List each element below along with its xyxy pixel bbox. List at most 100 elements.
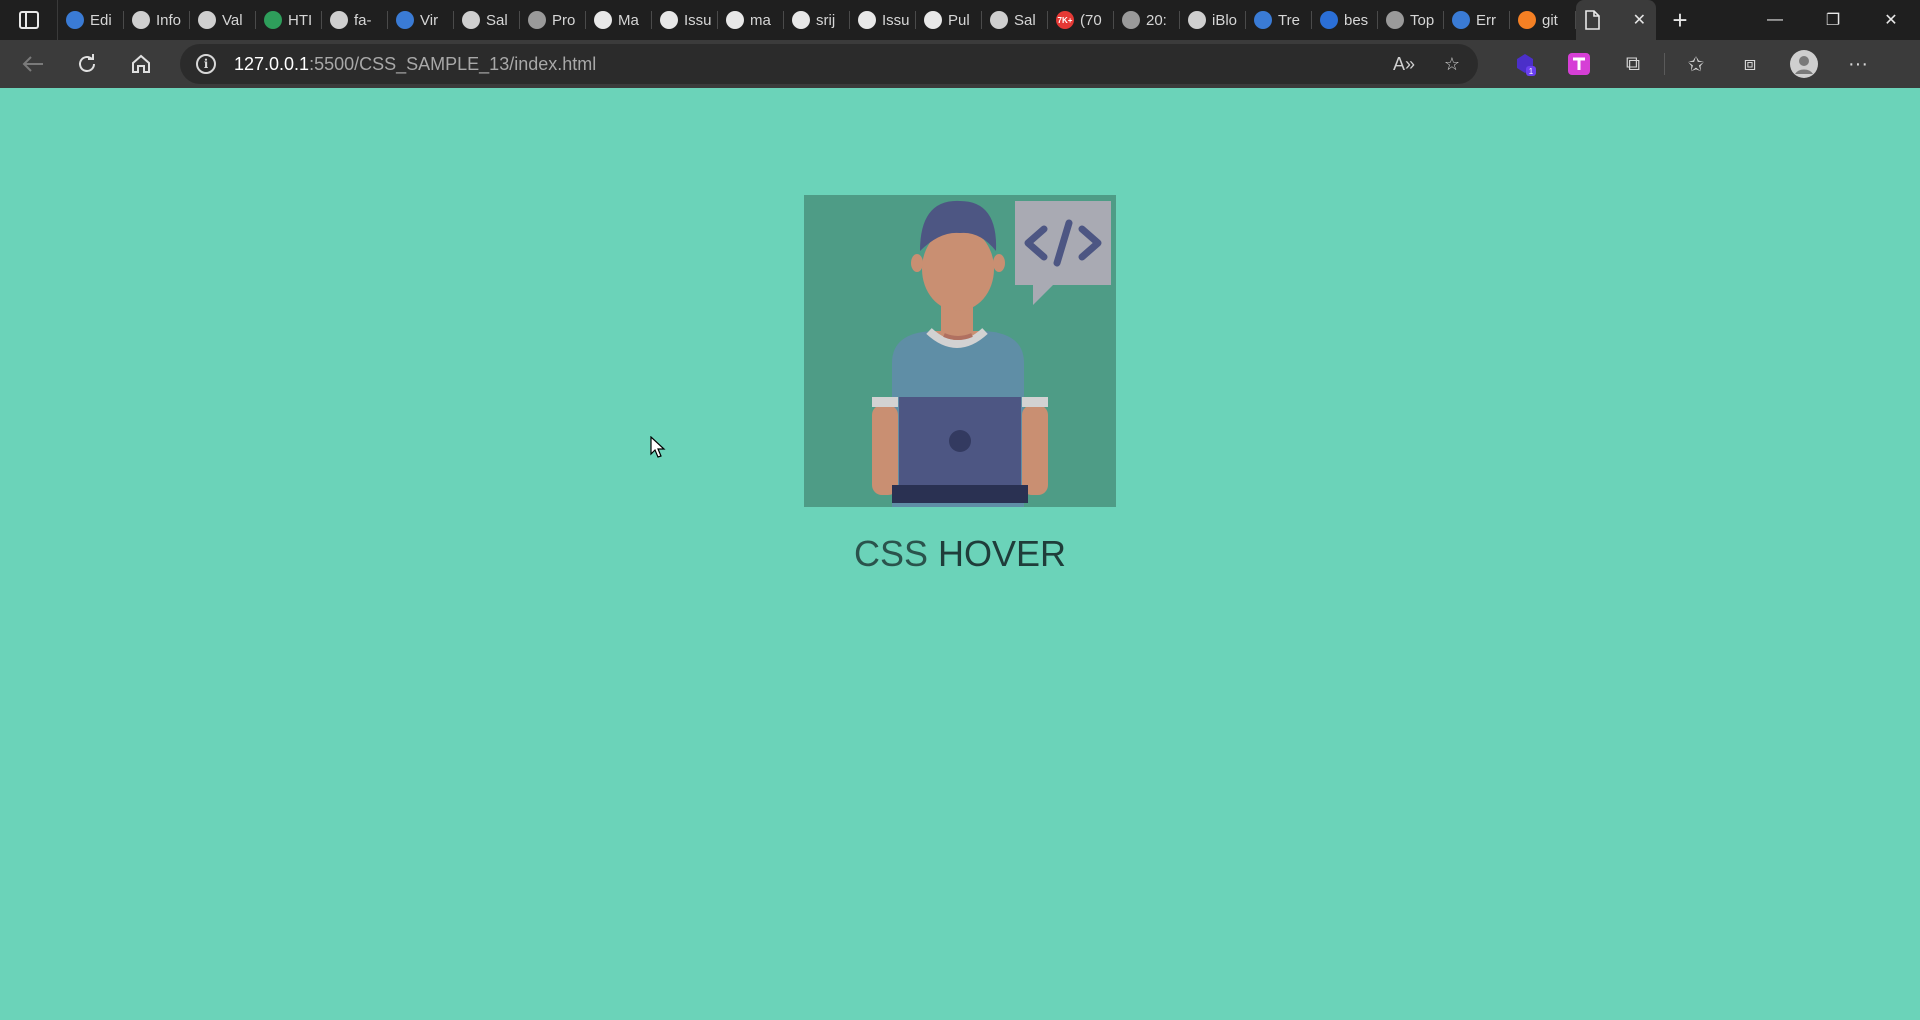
page-icon: [990, 11, 1008, 29]
avatar-icon: [1790, 50, 1818, 78]
browser-tab[interactable]: Issu: [652, 0, 718, 40]
reload-icon: [79, 54, 95, 72]
arrow-left-icon: [22, 56, 43, 72]
reload-button[interactable]: [64, 44, 110, 84]
github-icon: [726, 11, 744, 29]
favorites-icon[interactable]: ✩: [1669, 44, 1723, 84]
browser-tab[interactable]: 7K+ (70: [1048, 0, 1114, 40]
new-tab-button[interactable]: +: [1656, 0, 1704, 40]
back-button[interactable]: [10, 44, 56, 84]
browser-tab[interactable]: Vir: [388, 0, 454, 40]
page-icon: [1585, 10, 1600, 30]
minimize-icon[interactable]: —: [1746, 0, 1804, 40]
toolbar-divider: [1664, 53, 1665, 75]
tab-title: Err: [1476, 11, 1496, 29]
read-aloud-icon[interactable]: A»: [1384, 44, 1424, 84]
browser-tab[interactable]: Ma: [586, 0, 652, 40]
tab-title: Pro: [552, 11, 576, 29]
page-icon: [132, 11, 150, 29]
browser-tab[interactable]: ma: [718, 0, 784, 40]
browser-tab[interactable]: Pro: [520, 0, 586, 40]
github-icon: [792, 11, 810, 29]
developer-illustration[interactable]: [804, 195, 1116, 507]
browser-tab[interactable]: bes: [1312, 0, 1378, 40]
tab-title: iBlo: [1212, 11, 1238, 29]
browser-tab[interactable]: Edi: [58, 0, 124, 40]
t-extension-icon[interactable]: [1552, 44, 1606, 84]
caption-light-text: CSS: [853, 533, 928, 574]
tab-title: Val: [222, 11, 243, 29]
site-info-icon[interactable]: i: [196, 54, 216, 74]
tab-title: 20:: [1146, 11, 1167, 29]
browser-tab[interactable]: HTI: [256, 0, 322, 40]
browser-toolbar: i 127.0.0.1:5500/CSS_SAMPLE_13/index.htm…: [0, 40, 1920, 88]
youtube-icon: 7K+: [1056, 11, 1074, 29]
browser-tab[interactable]: Tre: [1246, 0, 1312, 40]
browser-tab[interactable]: Sal: [982, 0, 1048, 40]
extensions-puzzle-icon[interactable]: ⧉: [1606, 44, 1660, 84]
tab-title: Edi: [90, 11, 112, 29]
toolbar-extensions: 1 ⧉ ✩ ⧈ ···: [1498, 44, 1885, 84]
tab-title: Sal: [1014, 11, 1036, 29]
hexagon-extension-icon: 1: [1517, 54, 1536, 76]
browser-tab[interactable]: 20:: [1114, 0, 1180, 40]
browser-tab[interactable]: Err: [1444, 0, 1510, 40]
url-text[interactable]: 127.0.0.1:5500/CSS_SAMPLE_13/index.html: [234, 54, 596, 75]
browser-tab[interactable]: Issu: [850, 0, 916, 40]
tab-list: Edi Info Val HTI fa- Vir Sal Pro Ma Issu ma srij Iss…: [58, 0, 1576, 40]
close-tab-icon[interactable]: ✕: [1633, 10, 1646, 30]
page-icon: [462, 11, 480, 29]
page-content: CSS HOVER: [0, 88, 1920, 1020]
more-menu-icon[interactable]: ···: [1831, 44, 1885, 84]
tab-title: (70: [1080, 11, 1102, 29]
bing-icon: [1320, 11, 1338, 29]
tab-title: Pul: [948, 11, 970, 29]
close-window-icon[interactable]: ✕: [1862, 0, 1920, 40]
profile-avatar[interactable]: [1777, 44, 1831, 84]
tab-title: Tre: [1278, 11, 1300, 29]
tab-title: fa-: [354, 11, 372, 29]
tab-title: git: [1542, 11, 1558, 29]
tab-title: Top: [1410, 11, 1435, 29]
browser-tab[interactable]: Info: [124, 0, 190, 40]
tab-title: srij: [816, 11, 836, 29]
validator-icon: [198, 11, 216, 29]
flag-icon: [330, 11, 348, 29]
browser-tab[interactable]: git: [1510, 0, 1576, 40]
stackoverflow-icon: [1518, 11, 1536, 29]
tab-title: Sal: [486, 11, 508, 29]
home-icon: [132, 54, 150, 73]
browser-tab[interactable]: srij: [784, 0, 850, 40]
mouse-cursor-icon: [650, 436, 666, 458]
page-icon: [1188, 11, 1206, 29]
browser-tab[interactable]: Pul: [916, 0, 982, 40]
github-icon: [924, 11, 942, 29]
t-logo-icon: [1568, 53, 1590, 75]
home-button[interactable]: [118, 44, 164, 84]
active-tab[interactable]: ✕: [1576, 0, 1656, 40]
globe-icon: [1254, 11, 1272, 29]
extension-icon[interactable]: 1: [1498, 44, 1552, 84]
wordpress-icon: [528, 11, 546, 29]
wordpress-icon: [1122, 11, 1140, 29]
browser-tab[interactable]: Val: [190, 0, 256, 40]
terminal-icon: [1386, 11, 1404, 29]
github-icon: [594, 11, 612, 29]
caption-bold-text: HOVER: [938, 533, 1067, 574]
browser-tab[interactable]: fa-: [322, 0, 388, 40]
tab-title: ma: [750, 11, 771, 29]
search-icon: [1452, 11, 1470, 29]
box-icon: [396, 11, 414, 29]
restore-icon[interactable]: ❐: [1804, 0, 1862, 40]
svg-text:1: 1: [1529, 67, 1534, 76]
browser-tab[interactable]: Sal: [454, 0, 520, 40]
add-favorite-icon[interactable]: ☆: [1432, 44, 1472, 84]
tab-actions-icon: [18, 11, 39, 29]
browser-tab[interactable]: iBlo: [1180, 0, 1246, 40]
github-icon: [858, 11, 876, 29]
address-bar[interactable]: i 127.0.0.1:5500/CSS_SAMPLE_13/index.htm…: [180, 44, 1478, 84]
collections-icon[interactable]: ⧈: [1723, 44, 1777, 84]
tab-title: Issu: [684, 11, 712, 29]
tab-actions-button[interactable]: [0, 0, 58, 40]
browser-tab[interactable]: Top: [1378, 0, 1444, 40]
